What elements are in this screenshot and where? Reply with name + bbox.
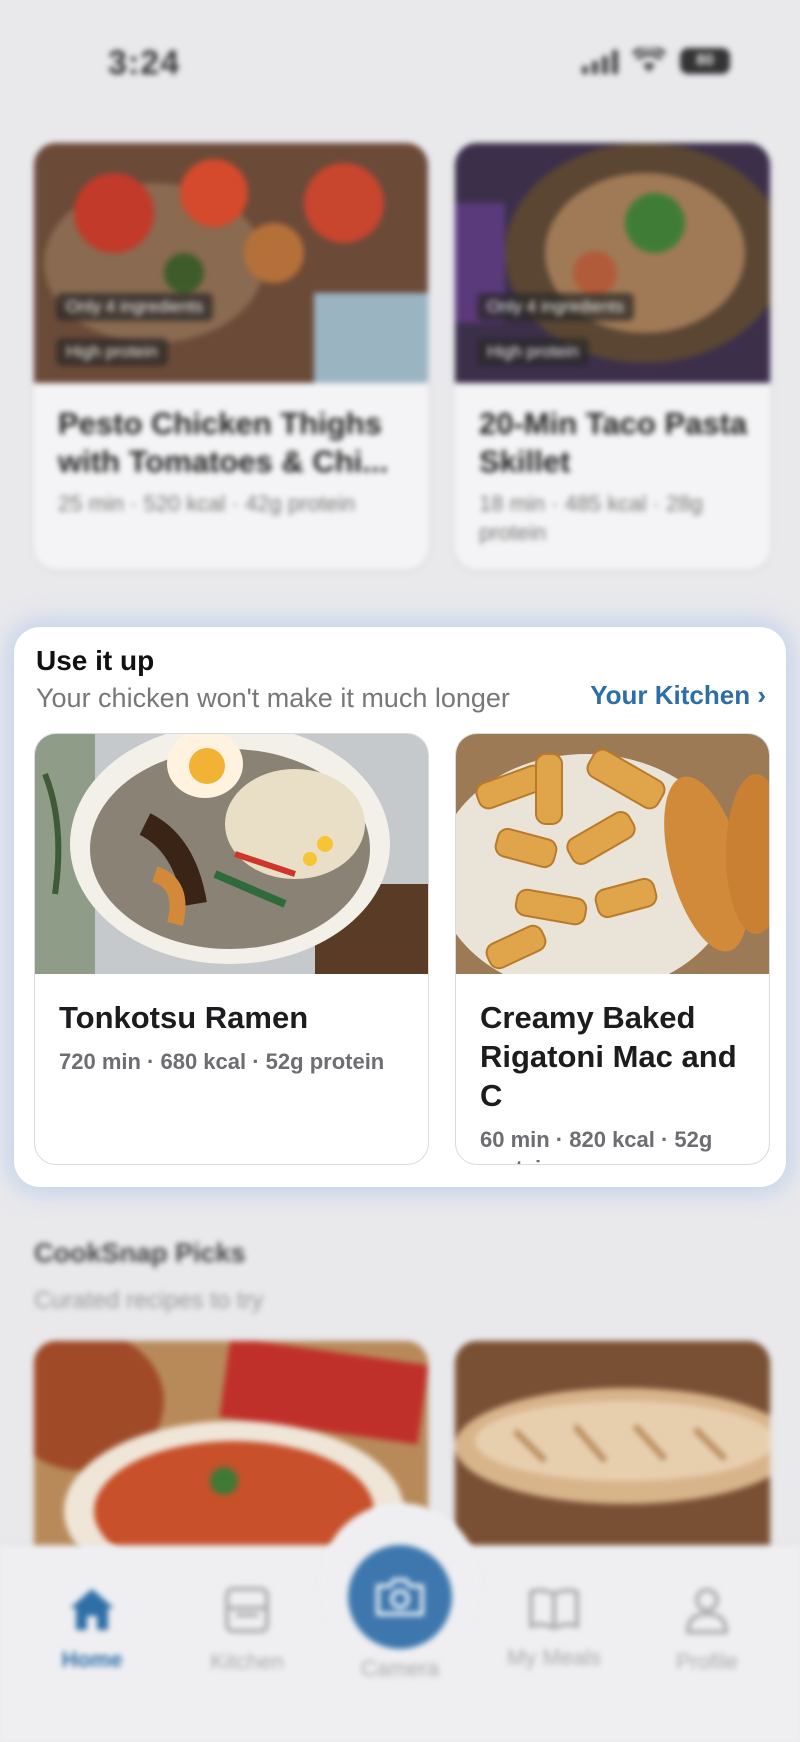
recipe-card-tonkotsu-ramen[interactable]: Tonkotsu Ramen 720 min · 680 kcal · 52g … <box>34 733 429 1165</box>
panel-subtitle: Your chicken won't make it much longer <box>36 683 510 713</box>
battery-icon: 80 <box>680 48 730 74</box>
tag-protein: High protein <box>56 338 168 366</box>
recipe-photo <box>455 1341 770 1571</box>
tab-home[interactable]: Home <box>32 1586 152 1673</box>
recipe-title: Creamy Baked Rigatoni Mac and C <box>480 1000 737 1113</box>
book-icon <box>529 1588 579 1631</box>
status-bar: 3:24 80 <box>0 0 800 120</box>
recipe-title: 20-Min Taco Pasta Skillet <box>479 406 748 479</box>
recipe-title: Tonkotsu Ramen <box>59 1000 309 1035</box>
fridge-icon <box>225 1587 269 1633</box>
recipe-photo <box>456 734 769 974</box>
tab-my-meals-label: My Meals <box>506 1645 602 1670</box>
status-time: 3:24 <box>108 44 181 82</box>
tag-ingredients: Only 4 ingredients <box>477 293 635 321</box>
tab-kitchen-label: Kitchen <box>210 1649 284 1674</box>
signal-icon <box>582 48 618 74</box>
tab-home-label: Home <box>61 1647 123 1672</box>
recipe-photo <box>35 734 428 974</box>
camera-icon <box>376 1578 424 1616</box>
recipe-title: Pesto Chicken Thighs with Tomatoes & Chi… <box>58 406 389 479</box>
camera-button[interactable] <box>348 1545 452 1649</box>
recipe-card[interactable]: Only 4 ingredients High protein Pesto Ch… <box>34 143 428 569</box>
tab-my-meals[interactable]: My Meals <box>494 1586 614 1671</box>
tab-kitchen[interactable]: Kitchen <box>187 1586 307 1675</box>
recipe-meta: 720 min · 680 kcal · 52g protein <box>59 1049 385 1074</box>
recipe-photo: Only 4 ingredients High protein <box>34 143 428 383</box>
wifi-icon <box>632 48 666 72</box>
section-subtitle: Curated recipes to try <box>34 1287 264 1314</box>
recipe-card[interactable] <box>455 1341 770 1571</box>
tab-profile-label: Profile <box>675 1649 739 1674</box>
tag-protein: High protein <box>477 338 589 366</box>
panel-title: Use it up <box>36 645 155 676</box>
recipe-card[interactable]: Only 4 ingredients High protein 20-Min T… <box>455 143 770 569</box>
recipe-photo: Only 4 ingredients High protein <box>455 143 770 383</box>
section-title: CookSnap Picks <box>34 1238 246 1268</box>
tag-ingredients: Only 4 ingredients <box>56 293 214 321</box>
recipe-meta: 18 min · 485 kcal · 28g protein <box>479 491 703 545</box>
recipe-meta: 60 min · 820 kcal · 52g protein <box>480 1127 713 1164</box>
recipe-card-creamy-baked-rigatoni[interactable]: Creamy Baked Rigatoni Mac and C 60 min ·… <box>455 733 770 1165</box>
tab-profile[interactable]: Profile <box>647 1586 767 1675</box>
use-it-up-panel: Use it up Your chicken won't make it muc… <box>14 627 786 1187</box>
tab-camera-label: Camera <box>360 1656 440 1681</box>
cooksnap-picks-header: CookSnap Picks Curated recipes to try <box>34 1238 263 1315</box>
person-icon <box>685 1588 729 1634</box>
your-kitchen-link[interactable]: Your Kitchen › <box>590 680 766 711</box>
home-icon <box>70 1589 114 1630</box>
recipe-meta: 25 min · 520 kcal · 42g protein <box>58 491 356 516</box>
